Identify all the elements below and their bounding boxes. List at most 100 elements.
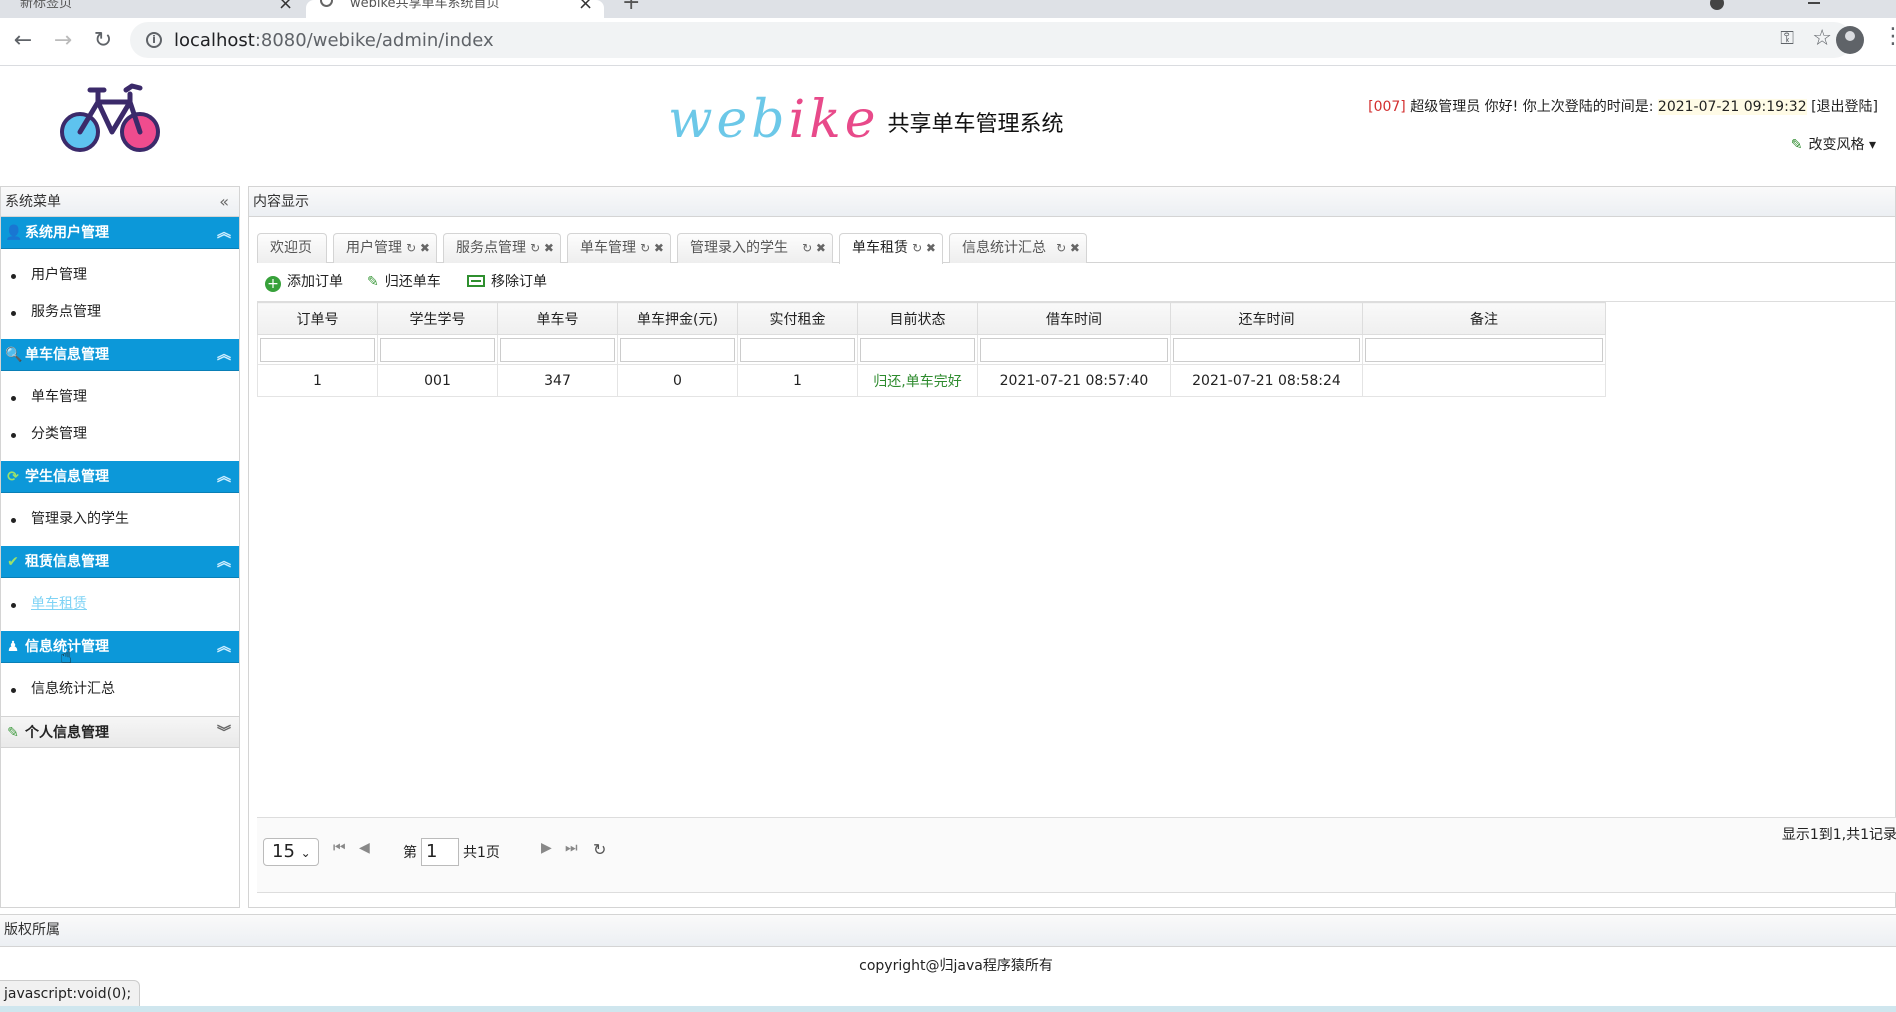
column-header[interactable]: 备注 <box>1362 302 1606 335</box>
filter-input[interactable] <box>497 334 618 365</box>
browser-status-bar: javascript:void(0); <box>0 980 141 1008</box>
back-icon[interactable]: ← <box>8 26 38 56</box>
sidebar-item-bike-rental[interactable]: 单车租赁 <box>1 586 239 623</box>
key-icon[interactable]: ⚿ <box>1780 28 1794 49</box>
filter-input[interactable] <box>257 334 378 365</box>
url-text[interactable]: localhost:8080/webike/admin/index <box>174 30 494 51</box>
sidebar-item-students[interactable]: 管理录入的学生 <box>1 501 239 538</box>
logout-link[interactable]: [退出登陆] <box>1811 99 1878 115</box>
tab-refresh-close-icons[interactable]: ↻ ✖ <box>912 234 936 262</box>
chevron-up-icon[interactable]: ︽ <box>217 339 231 371</box>
close-icon[interactable]: × <box>278 0 293 14</box>
tab-refresh-close-icons[interactable]: ↻ ✖ <box>802 234 826 262</box>
table-cell: 1 <box>737 364 858 397</box>
add-order-button[interactable]: + 添加订单 <box>265 271 343 292</box>
tab-students[interactable]: 管理录入的学生 ↻ ✖ <box>677 233 833 263</box>
statistics-icon: ♟ <box>6 639 20 655</box>
close-icon[interactable]: × <box>578 0 593 14</box>
footer-title: 版权所属 <box>0 915 1896 947</box>
filter-input[interactable] <box>617 334 738 365</box>
column-header[interactable]: 单车押金(元) <box>617 302 738 335</box>
change-style-button[interactable]: ✎ 改变风格 ▾ <box>1791 134 1876 154</box>
tab-refresh-close-icons[interactable]: ↻ ✖ <box>406 234 430 262</box>
tab-refresh-close-icons[interactable]: ↻ ✖ <box>1056 234 1080 262</box>
return-bike-button[interactable]: ✎ 归还单车 <box>367 271 441 291</box>
app-header: webike 共享单车管理系统 [007] 超级管理员 你好! 你上次登陆的时间是… <box>0 66 1896 176</box>
menu-group-statistics[interactable]: ♟ 信息统计管理 ︽ <box>1 631 239 663</box>
filter-input[interactable] <box>977 334 1171 365</box>
page-size-select[interactable]: 15 ⌄ <box>263 838 319 866</box>
brand-logo: webike 共享单车管理系统 <box>668 90 1064 150</box>
menu-group-rental-info[interactable]: ✔ 租赁信息管理 ︽ <box>1 546 239 578</box>
new-tab-button[interactable]: + <box>622 0 640 15</box>
bookmark-star-icon[interactable]: ☆ <box>1812 26 1832 51</box>
table-header-row: 订单号 学生学号 单车号 单车押金(元) 实付租金 目前状态 借车时间 还车时间… <box>257 302 1606 335</box>
remove-icon <box>467 275 485 287</box>
tab-welcome[interactable]: 欢迎页 <box>257 233 327 263</box>
sidebar-item-statistics-summary[interactable]: 信息统计汇总 <box>1 671 239 708</box>
filter-input[interactable] <box>737 334 858 365</box>
chevron-down-icon[interactable]: ︾ <box>217 717 231 749</box>
tab-refresh-close-icons[interactable]: ↻ ✖ <box>640 234 664 262</box>
column-header[interactable]: 单车号 <box>497 302 618 335</box>
table-cell: 2021-07-21 08:58:24 <box>1170 364 1363 397</box>
menu-group-student-info[interactable]: ⟳ 学生信息管理 ︽ <box>1 461 239 493</box>
rental-table: 订单号 学生学号 单车号 单车押金(元) 实付租金 目前状态 借车时间 还车时间… <box>257 301 1896 795</box>
sidebar-item-bike-management[interactable]: 单车管理 <box>1 379 239 416</box>
user-info: [007] 超级管理员 你好! 你上次登陆的时间是: 2021-07-21 09… <box>1368 99 1878 115</box>
column-header[interactable]: 学生学号 <box>377 302 498 335</box>
sidebar-title: 系统菜单 « <box>1 187 239 217</box>
menu-group-user-admin[interactable]: 👤 系统用户管理 ︽ <box>1 217 239 249</box>
tab-user-management[interactable]: 用户管理 ↻ ✖ <box>333 233 437 263</box>
chevron-up-icon[interactable]: ︽ <box>217 461 231 493</box>
column-header[interactable]: 借车时间 <box>977 302 1171 335</box>
sidebar-item-category[interactable]: 分类管理 <box>1 416 239 453</box>
refresh-icon[interactable]: ↻ <box>593 840 606 859</box>
tab-refresh-close-icons[interactable]: ↻ ✖ <box>530 234 554 262</box>
menu-group-bike-info[interactable]: 🔍 单车信息管理 ︽ <box>1 339 239 371</box>
menu-group-personal-info[interactable]: ✎ 个人信息管理 ︾ <box>1 716 239 748</box>
last-page-icon[interactable]: ⏭ <box>565 840 578 856</box>
filter-input[interactable] <box>857 334 978 365</box>
collapse-left-icon[interactable]: « <box>219 187 229 217</box>
column-header[interactable]: 还车时间 <box>1170 302 1363 335</box>
bicycle-logo-icon <box>60 83 160 152</box>
prev-page-icon[interactable]: ◀ <box>359 840 370 856</box>
filter-input[interactable] <box>377 334 498 365</box>
browser-toolbar: ← → ↻ i localhost:8080/webike/admin/inde… <box>0 18 1896 66</box>
forward-icon[interactable]: → <box>48 26 78 56</box>
remove-order-button[interactable]: 移除订单 <box>467 271 547 291</box>
column-header[interactable]: 目前状态 <box>857 302 978 335</box>
tab-statistics-summary[interactable]: 信息统计汇总 ↻ ✖ <box>949 233 1087 263</box>
first-page-icon[interactable]: ⏮ <box>333 840 346 856</box>
next-page-icon[interactable]: ▶ <box>541 840 552 856</box>
profile-icon[interactable] <box>1710 0 1724 10</box>
check-icon: ✔ <box>7 554 19 570</box>
table-row[interactable]: 1 001 347 0 1 归还,单车完好 2021-07-21 08:57:4… <box>257 364 1606 397</box>
last-login-time: 2021-07-21 09:19:32 <box>1657 99 1807 115</box>
site-info-icon[interactable]: i <box>146 32 162 48</box>
status-cell: 归还,单车完好 <box>857 364 978 397</box>
browser-tab-active[interactable]: webike共享单车系统首页 × <box>306 0 604 18</box>
minimize-icon[interactable] <box>1808 2 1820 4</box>
column-header[interactable]: 实付租金 <box>737 302 858 335</box>
account-icon[interactable] <box>1836 26 1864 54</box>
filter-input[interactable] <box>1362 334 1606 365</box>
chevron-up-icon[interactable]: ︽ <box>217 546 231 578</box>
tab-bike-management[interactable]: 单车管理 ↻ ✖ <box>567 233 671 263</box>
add-icon: + <box>265 276 281 292</box>
chevron-up-icon[interactable]: ︽ <box>217 631 231 663</box>
menu-kebab-icon[interactable]: ⋮ <box>1882 24 1896 49</box>
filter-row <box>257 334 1606 365</box>
tab-bike-rental[interactable]: 单车租赁 ↻ ✖ <box>839 233 943 264</box>
chevron-up-icon[interactable]: ︽ <box>217 217 231 249</box>
filter-input[interactable] <box>1170 334 1363 365</box>
tab-service-point[interactable]: 服务点管理 ↻ ✖ <box>443 233 561 263</box>
column-header[interactable]: 订单号 <box>257 302 378 335</box>
sidebar-item-user-management[interactable]: 用户管理 <box>1 257 239 294</box>
sidebar-item-service-point[interactable]: 服务点管理 <box>1 294 239 331</box>
address-bar[interactable]: i localhost:8080/webike/admin/index ⚿ ☆ <box>130 22 1852 58</box>
page-number-input[interactable]: 1 <box>421 838 459 866</box>
reload-icon[interactable]: ↻ <box>88 26 118 56</box>
browser-tab-newtab[interactable]: 新标签页 × <box>0 0 300 18</box>
